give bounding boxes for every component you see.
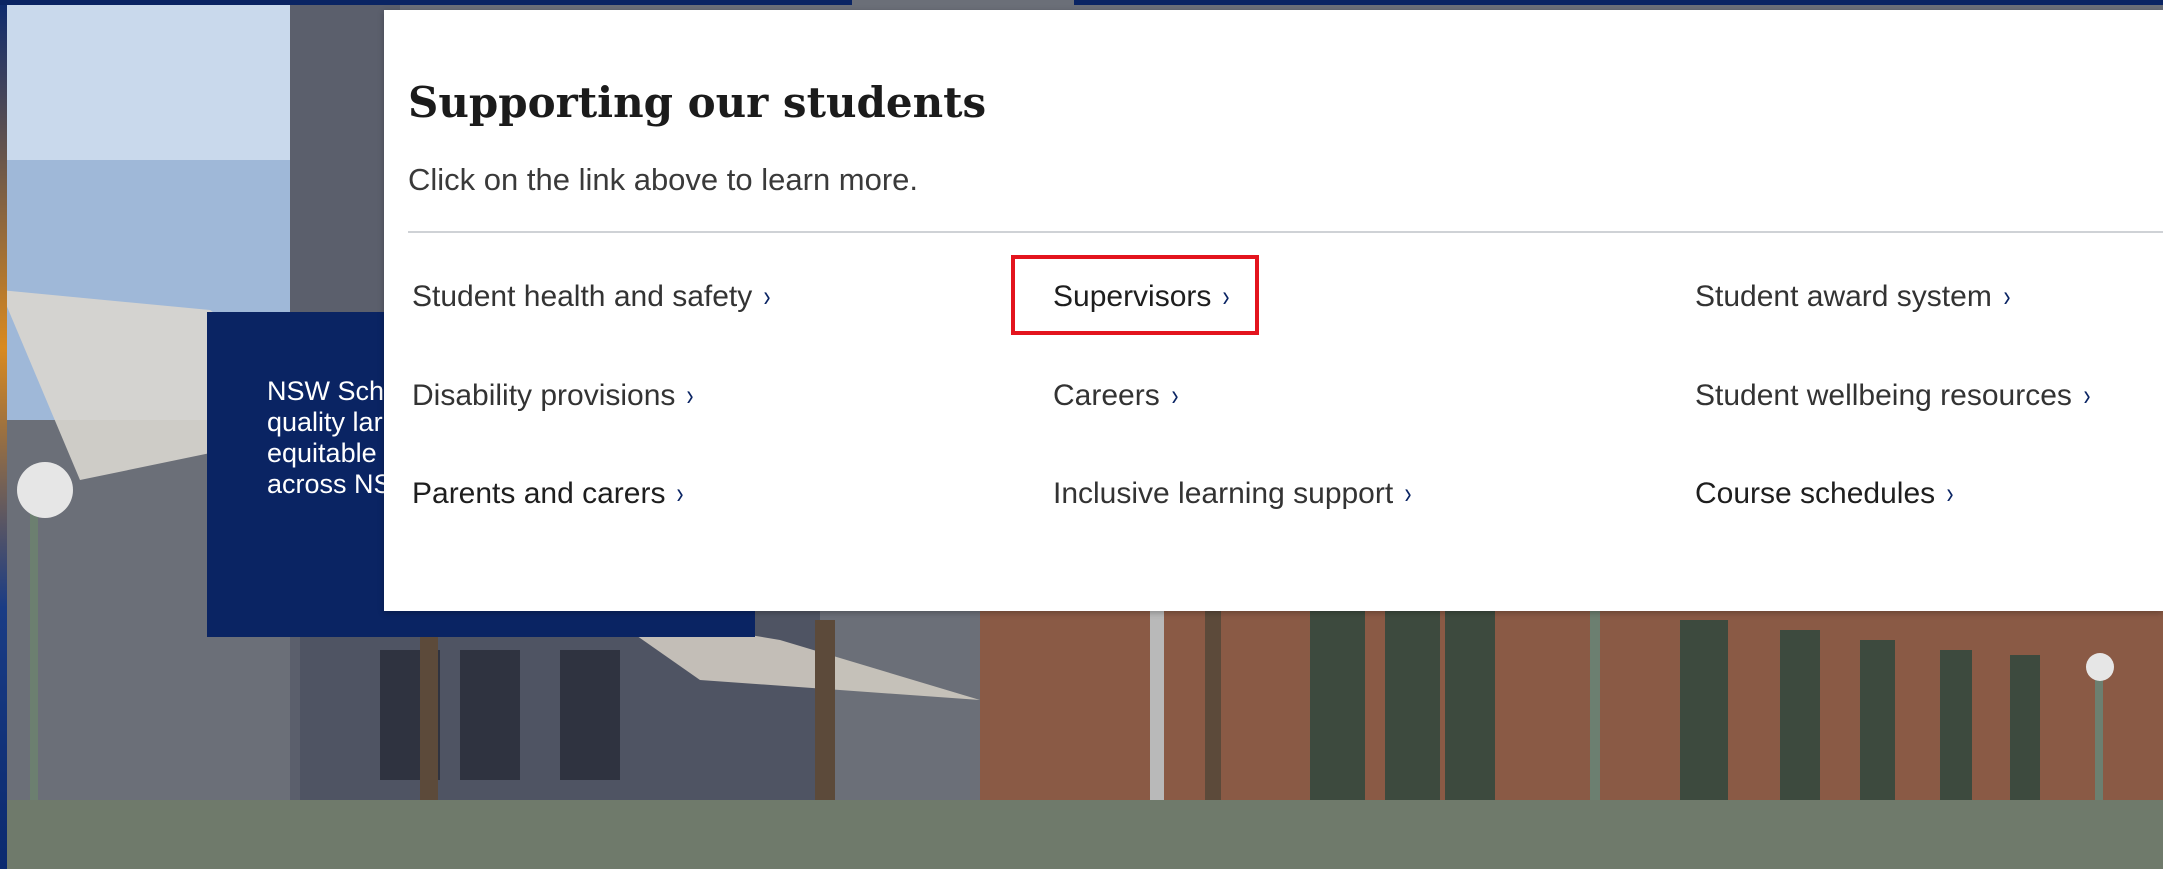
menu-link-student-health-and-safety[interactable]: Student health and safety › — [412, 272, 772, 322]
menu-link-inclusive-learning-support[interactable]: Inclusive learning support › — [1053, 469, 1413, 519]
menu-divider — [408, 231, 2163, 233]
hero-text-line: across NS — [267, 469, 387, 499]
menu-link-student-award-system[interactable]: Student award system › — [1695, 272, 2012, 322]
menu-link-label: Student award system — [1695, 280, 1992, 313]
hero-text-line: NSW Scho — [267, 376, 387, 406]
menu-title: Supporting our students — [408, 78, 987, 127]
menu-link-label: Student wellbeing resources — [1695, 379, 2072, 412]
menu-link-label: Careers — [1053, 379, 1160, 412]
menu-link-parents-and-carers[interactable]: Parents and carers › — [412, 469, 685, 519]
left-edge-strip — [0, 0, 7, 869]
chevron-right-icon: › — [1404, 477, 1412, 510]
mega-menu-panel: Supporting our students Click on the lin… — [384, 10, 2163, 611]
menu-link-label: Disability provisions — [412, 379, 676, 412]
menu-link-label: Parents and carers — [412, 477, 666, 510]
chevron-right-icon: › — [2083, 379, 2091, 412]
chevron-right-icon: › — [2003, 280, 2011, 313]
chevron-right-icon: › — [676, 477, 684, 510]
chevron-right-icon: › — [1171, 379, 1179, 412]
menu-link-label: Inclusive learning support — [1053, 477, 1394, 510]
menu-link-label: Student health and safety — [412, 280, 753, 313]
chevron-right-icon: › — [1946, 477, 1954, 510]
menu-link-careers[interactable]: Careers › — [1053, 371, 1180, 421]
menu-link-label: Supervisors — [1053, 280, 1212, 313]
hero-text: NSW Scho quality lar equitable across NS — [267, 376, 387, 556]
menu-link-disability-provisions[interactable]: Disability provisions › — [412, 371, 695, 421]
menu-subtitle: Click on the link above to learn more. — [408, 162, 919, 197]
menu-link-supervisors[interactable]: Supervisors › — [1053, 272, 1231, 322]
chevron-right-icon: › — [1222, 280, 1230, 313]
top-nav-bar-right — [1074, 0, 2163, 5]
top-nav-bar-left — [0, 0, 852, 5]
menu-link-label: Course schedules — [1695, 477, 1936, 510]
chevron-right-icon: › — [763, 280, 771, 313]
chevron-right-icon: › — [686, 379, 694, 412]
menu-link-course-schedules[interactable]: Course schedules › — [1695, 469, 1955, 519]
menu-link-student-wellbeing-resources[interactable]: Student wellbeing resources › — [1695, 371, 2092, 421]
hero-text-line: equitable — [267, 438, 377, 468]
hero-text-line: quality lar — [267, 407, 383, 437]
